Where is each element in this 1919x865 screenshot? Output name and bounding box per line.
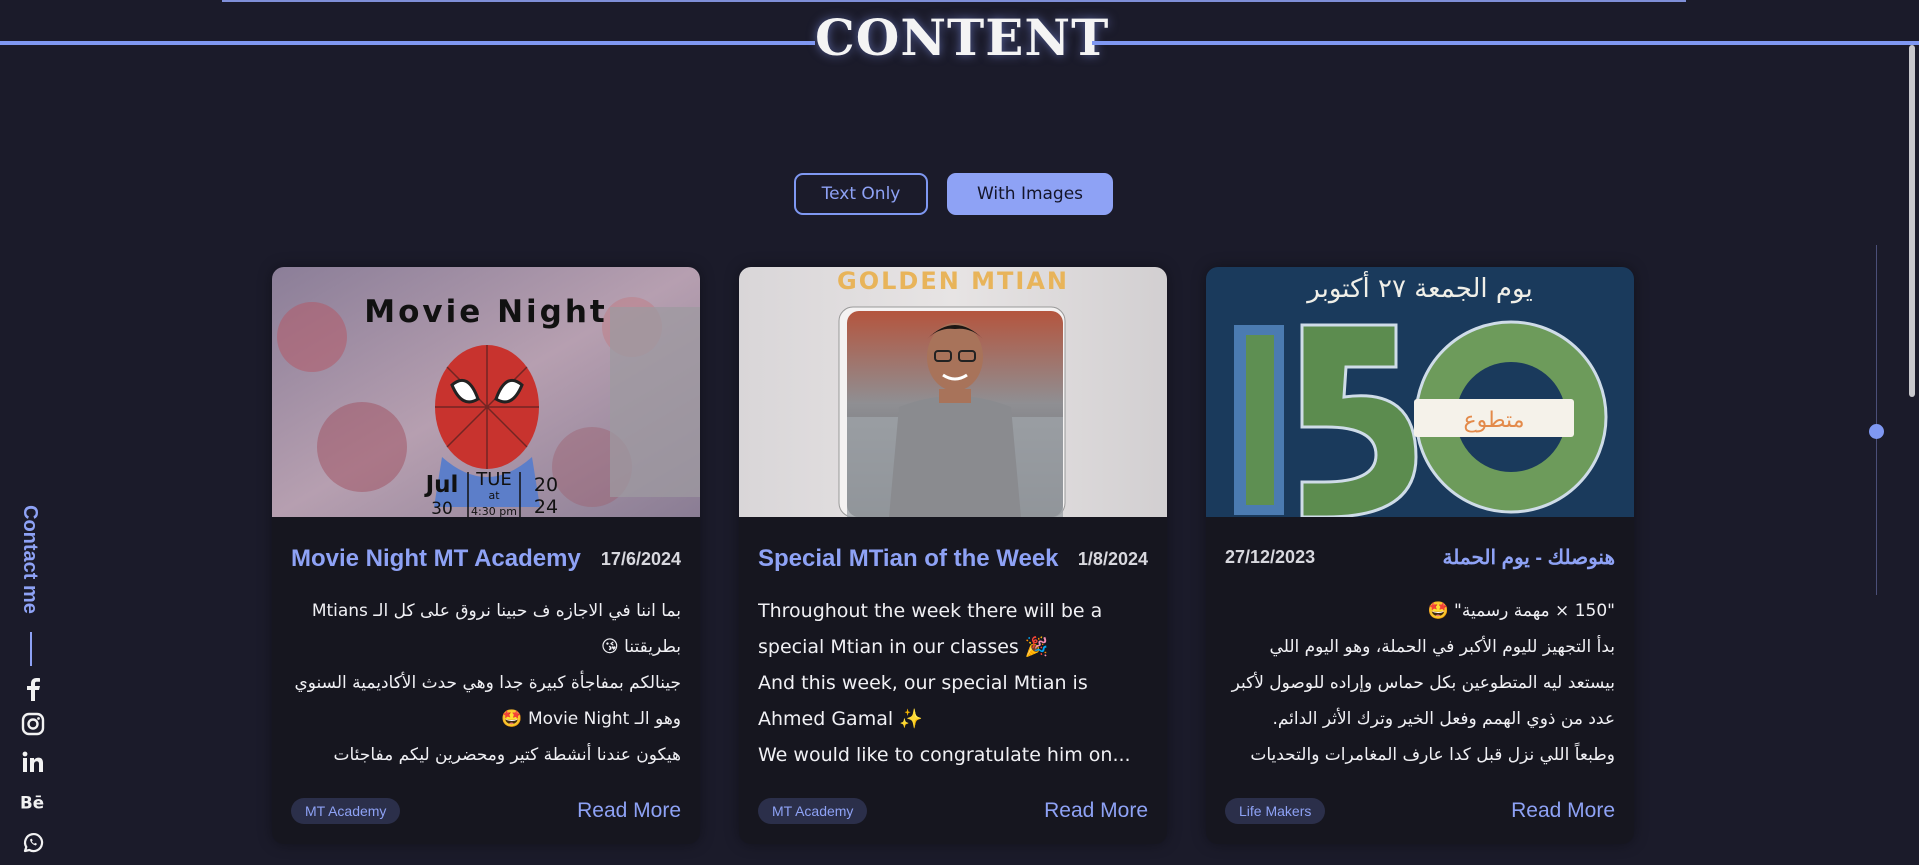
card-image-campaign-day: يوم الجمعة ٢٧ أكتوبر متطوع bbox=[1206, 267, 1634, 517]
card-date: 1/8/2024 bbox=[1077, 548, 1148, 569]
svg-text:4:30 pm: 4:30 pm bbox=[471, 505, 517, 517]
card-body-line: بما اننا في الاجازه ف حبينا نروق على كل … bbox=[311, 601, 681, 657]
top-divider bbox=[222, 0, 1686, 2]
section-progress-dot[interactable] bbox=[1869, 424, 1884, 439]
category-tag: MT Academy bbox=[758, 798, 868, 824]
svg-text:Jul: Jul bbox=[424, 472, 459, 498]
behance-icon[interactable]: Bē bbox=[20, 789, 46, 815]
svg-text:24: 24 bbox=[534, 496, 558, 517]
card-title: Special MTian of the Week bbox=[758, 545, 1059, 572]
image-heading: Movie Night bbox=[364, 294, 607, 330]
facebook-icon[interactable] bbox=[20, 676, 46, 702]
svg-text:Bē: Bē bbox=[20, 793, 44, 813]
card-title: Movie Night MT Academy bbox=[291, 545, 581, 572]
post-card-campaign-day[interactable]: يوم الجمعة ٢٧ أكتوبر متطوع 27/12/2023 هن… bbox=[1206, 267, 1634, 844]
card-body-line: "150 × مهمة رسمية" 🤩 bbox=[1427, 601, 1615, 621]
svg-text:at: at bbox=[488, 489, 500, 502]
read-more-link[interactable]: Read More bbox=[1044, 799, 1148, 823]
card-date: 17/6/2024 bbox=[600, 548, 681, 569]
read-more-link[interactable]: Read More bbox=[1511, 799, 1615, 823]
page-scrollbar[interactable] bbox=[1909, 45, 1915, 397]
instagram-icon[interactable] bbox=[20, 711, 46, 737]
svg-text:20: 20 bbox=[534, 474, 558, 496]
svg-text:TUE: TUE bbox=[475, 469, 512, 490]
whatsapp-icon[interactable] bbox=[20, 830, 46, 856]
card-body-line: And this week, our special Mtian is Ahme… bbox=[758, 672, 1088, 730]
image-heading: GOLDEN MTIAN bbox=[837, 267, 1069, 295]
section-title: CONTENT bbox=[815, 8, 1110, 67]
view-toggle: Text Only With Images bbox=[794, 173, 1113, 215]
with-images-button[interactable]: With Images bbox=[947, 173, 1113, 215]
read-more-link[interactable]: Read More bbox=[577, 799, 681, 823]
post-card-movie-night[interactable]: Movie Night Jul TUE at 4:30 pm 30 20 24 … bbox=[272, 267, 700, 844]
card-body: "150 × مهمة رسمية" 🤩 بدأ التجهيز لليوم ا… bbox=[1225, 593, 1615, 769]
card-body: بما اننا في الاجازه ف حبينا نروق على كل … bbox=[291, 593, 681, 769]
image-badge: متطوع bbox=[1464, 408, 1525, 433]
linkedin-icon[interactable] bbox=[20, 749, 46, 775]
title-line-right bbox=[1092, 41, 1919, 45]
card-body-line: بدأ التجهيز لليوم الأكبر في الحملة، وهو … bbox=[1231, 637, 1615, 729]
card-body-line: We would like to congratulate him on... bbox=[758, 744, 1131, 766]
post-card-special-mtian[interactable]: GOLDEN MTIAN Special MTian of the Week 1… bbox=[739, 267, 1167, 844]
card-body-line: جينالكم بمفاجأة كبيرة جدا وهي حدث الأكاد… bbox=[294, 673, 681, 729]
category-tag: MT Academy bbox=[291, 798, 401, 824]
title-line-left bbox=[0, 41, 815, 45]
card-image-special-mtian: GOLDEN MTIAN bbox=[739, 267, 1167, 517]
image-heading: يوم الجمعة ٢٧ أكتوبر bbox=[1305, 270, 1532, 304]
card-title: هنوصلك - يوم الحملة bbox=[1442, 547, 1615, 569]
card-date: 27/12/2023 bbox=[1225, 547, 1316, 567]
card-body-line: هيكون عندنا أنشطة كتير ومحضرين ليكم مفاج… bbox=[333, 745, 682, 765]
category-tag: Life Makers bbox=[1225, 798, 1326, 824]
contact-label[interactable]: Contact me bbox=[18, 505, 41, 614]
card-body: Throughout the week there will be a spec… bbox=[758, 593, 1148, 769]
card-body-line: وطبعاً اللي نزل قبل كدا عارف المغامرات و… bbox=[1250, 745, 1615, 765]
section-progress-track bbox=[1876, 245, 1877, 595]
contact-divider bbox=[30, 632, 32, 666]
svg-text:30: 30 bbox=[431, 499, 453, 517]
card-body-line: Throughout the week there will be a spec… bbox=[758, 600, 1103, 658]
card-image-movie-night: Movie Night Jul TUE at 4:30 pm 30 20 24 bbox=[272, 267, 700, 517]
text-only-button[interactable]: Text Only bbox=[794, 173, 928, 215]
